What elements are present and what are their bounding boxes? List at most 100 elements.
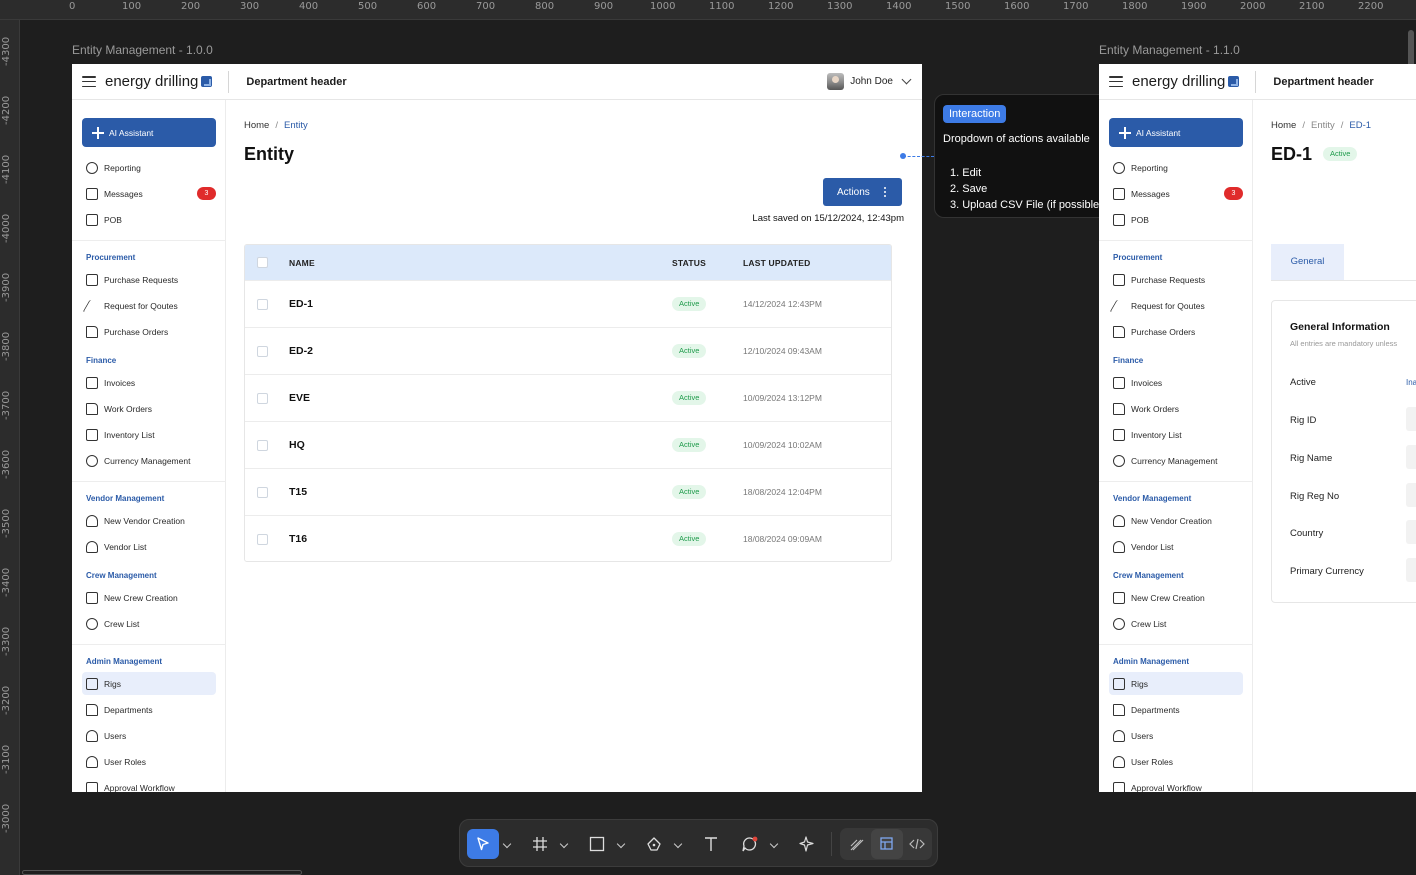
frame-label-left[interactable]: Entity Management - 1.0.0 <box>72 43 213 57</box>
sidebar-item-reporting[interactable]: Reporting <box>1113 159 1243 177</box>
sidebar-item-inventory[interactable]: Inventory List <box>86 426 216 444</box>
sidebar-item-approval[interactable]: Approval Workflow <box>1113 779 1243 792</box>
sidebar-item-rigs[interactable]: Rigs <box>1113 675 1243 693</box>
horizontal-scrollbar[interactable] <box>22 870 302 875</box>
ai-assistant-button[interactable]: AI Assistant <box>1109 118 1243 147</box>
select-all-checkbox[interactable] <box>257 257 268 268</box>
sidebar-item-new-vendor[interactable]: New Vendor Creation <box>86 512 216 530</box>
primary-currency-input[interactable] <box>1406 558 1416 582</box>
row-checkbox[interactable] <box>257 393 268 404</box>
comment-icon[interactable] <box>734 829 766 859</box>
sidebar-item-currency[interactable]: Currency Management <box>86 452 216 470</box>
column-header-name[interactable]: NAME <box>289 258 315 268</box>
chevron-down-icon[interactable] <box>673 839 683 849</box>
sidebar-item-pob[interactable]: POB <box>1113 211 1243 229</box>
column-header-status[interactable]: STATUS <box>672 258 706 268</box>
entity-frame-v1[interactable]: energy drilling Department header John D… <box>72 64 922 792</box>
row-checkbox[interactable] <box>257 487 268 498</box>
sidebar-item-inventory[interactable]: Inventory List <box>1113 426 1243 444</box>
sidebar-item-rfq[interactable]: Request for Qoutes <box>82 297 216 315</box>
sidebar-item-crew-list[interactable]: Crew List <box>86 615 216 633</box>
sidebar-item-purchase-orders[interactable]: Purchase Orders <box>86 323 216 341</box>
text-icon[interactable] <box>695 829 727 859</box>
sidebar-item-user-roles[interactable]: User Roles <box>1113 753 1243 771</box>
sidebar-item-rigs[interactable]: Rigs <box>86 675 216 693</box>
actions-button[interactable]: Actions <box>823 178 902 206</box>
country-input[interactable] <box>1406 520 1416 544</box>
sidebar-item-reporting[interactable]: Reporting <box>86 159 216 177</box>
sidebar-item-approval[interactable]: Approval Workflow <box>86 779 216 792</box>
draw-icon[interactable] <box>841 829 873 859</box>
breadcrumb-separator: / <box>1302 120 1305 131</box>
sidebar-item-crew-list[interactable]: Crew List <box>1113 615 1243 633</box>
dev-mode-icon[interactable] <box>871 829 903 859</box>
sidebar-item-users[interactable]: Users <box>1113 727 1243 745</box>
rig-name-input[interactable] <box>1406 445 1416 469</box>
sidebar-item-work-orders[interactable]: Work Orders <box>1113 400 1243 418</box>
sidebar-item-purchase-requests[interactable]: Purchase Requests <box>1113 271 1243 289</box>
ai-assistant-button[interactable]: AI Assistant <box>82 118 216 147</box>
frame-icon[interactable] <box>524 829 556 859</box>
sidebar-item-invoices[interactable]: Invoices <box>1113 374 1243 392</box>
sidebar-item-currency[interactable]: Currency Management <box>1113 452 1243 470</box>
chevron-down-icon[interactable] <box>769 839 779 849</box>
breadcrumb-home[interactable]: Home <box>1271 120 1296 131</box>
row-checkbox[interactable] <box>257 346 268 357</box>
inactive-toggle-label[interactable]: Ina <box>1406 378 1416 387</box>
rig-reg-no-input[interactable] <box>1406 483 1416 507</box>
ai-icon[interactable] <box>791 829 823 859</box>
column-header-updated[interactable]: LAST UPDATED <box>743 258 810 268</box>
sidebar-item-messages[interactable]: Messages 3 <box>1113 185 1243 203</box>
breadcrumb-current[interactable]: Entity <box>284 120 308 131</box>
menu-icon[interactable] <box>1109 76 1123 87</box>
chevron-down-icon[interactable] <box>502 839 512 849</box>
breadcrumb-entity[interactable]: Entity <box>1311 120 1335 131</box>
avatar <box>827 73 845 90</box>
sidebar-item-new-vendor[interactable]: New Vendor Creation <box>1113 512 1243 530</box>
frame-label-right[interactable]: Entity Management - 1.1.0 <box>1099 43 1240 57</box>
user-menu[interactable]: John Doe <box>827 73 912 90</box>
sidebar-item-purchase-orders[interactable]: Purchase Orders <box>1113 323 1243 341</box>
entity-name: ED-1 <box>289 298 313 310</box>
table-row[interactable]: T16 Active 18/08/2024 09:09AM <box>245 515 891 561</box>
breadcrumb-home[interactable]: Home <box>244 120 269 131</box>
code-icon[interactable] <box>901 829 933 859</box>
sidebar-item-departments[interactable]: Departments <box>86 701 216 719</box>
sidebar-item-purchase-requests[interactable]: Purchase Requests <box>86 271 216 289</box>
row-checkbox[interactable] <box>257 440 268 451</box>
sidebar-item-user-roles[interactable]: User Roles <box>86 753 216 771</box>
sidebar-item-new-crew[interactable]: New Crew Creation <box>1113 589 1243 607</box>
sidebar-item-rfq[interactable]: Request for Qoutes <box>1109 297 1243 315</box>
currency-icon <box>1113 455 1125 467</box>
table-row[interactable]: ED-1 Active 14/12/2024 12:43PM <box>245 280 891 327</box>
menu-icon[interactable] <box>82 76 96 87</box>
sidebar-item-departments[interactable]: Departments <box>1113 701 1243 719</box>
row-checkbox[interactable] <box>257 299 268 310</box>
chevron-down-icon[interactable] <box>616 839 626 849</box>
user-roles-icon <box>86 756 98 768</box>
sidebar-item-invoices[interactable]: Invoices <box>86 374 216 392</box>
sidebar-item-users[interactable]: Users <box>86 727 216 745</box>
table-row[interactable]: ED-2 Active 12/10/2024 09:43AM <box>245 327 891 374</box>
ruler-tick-label: -3900 <box>1 272 12 302</box>
table-row[interactable]: EVE Active 10/09/2024 13:12PM <box>245 374 891 421</box>
pen-icon[interactable] <box>638 829 670 859</box>
table-row[interactable]: HQ Active 10/09/2024 10:02AM <box>245 421 891 468</box>
entity-frame-v2[interactable]: energy drilling Department header AI Ass… <box>1099 64 1416 792</box>
breadcrumb-current[interactable]: ED-1 <box>1349 120 1371 131</box>
rig-id-input[interactable] <box>1406 407 1416 431</box>
sidebar-item-new-crew[interactable]: New Crew Creation <box>86 589 216 607</box>
sidebar-item-pob[interactable]: POB <box>86 211 216 229</box>
table-row[interactable]: T15 Active 18/08/2024 12:04PM <box>245 468 891 515</box>
sidebar-item-work-orders[interactable]: Work Orders <box>86 400 216 418</box>
sidebar-item-messages[interactable]: Messages 3 <box>86 185 216 203</box>
tab-general[interactable]: General <box>1271 244 1344 280</box>
sidebar-item-vendor-list[interactable]: Vendor List <box>86 538 216 556</box>
sidebar-item-vendor-list[interactable]: Vendor List <box>1113 538 1243 556</box>
rectangle-icon[interactable] <box>581 829 613 859</box>
list-item: 1. Edit <box>950 167 982 179</box>
move-icon[interactable] <box>467 829 499 859</box>
interaction-note[interactable]: Interaction Dropdown of actions availabl… <box>934 94 1120 218</box>
chevron-down-icon[interactable] <box>559 839 569 849</box>
row-checkbox[interactable] <box>257 534 268 545</box>
